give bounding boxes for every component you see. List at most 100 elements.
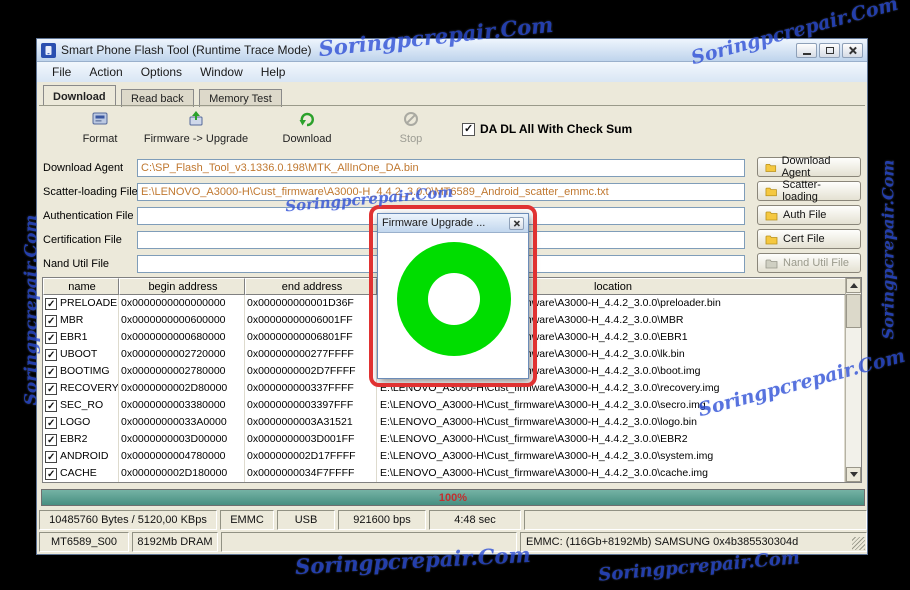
firmware-upgrade-icon <box>189 111 203 126</box>
row-name-label: SEC_RO <box>60 399 104 411</box>
row-checkbox[interactable] <box>45 347 57 363</box>
toolbar: Format Firmware -> Upgrade Download Stop… <box>37 109 867 155</box>
row-begin-address: 0x00000000033A0000 <box>119 414 245 431</box>
format-button[interactable]: Format <box>65 111 135 147</box>
row-name-label: RECOVERY <box>60 382 119 394</box>
firmware-upgrade-dialog: Firmware Upgrade ... <box>377 213 529 379</box>
download-label: Download <box>282 133 332 145</box>
table-row[interactable]: CACHE 0x000000002D180000 0x0000000034F7F… <box>43 465 845 482</box>
row-checkbox[interactable] <box>45 432 57 448</box>
row-end-address: 0x00000000006801FF <box>245 329 377 346</box>
minimize-button[interactable] <box>796 42 817 58</box>
menu-window[interactable]: Window <box>191 63 252 81</box>
status-chipset: MT6589_S00 <box>39 532 129 552</box>
row-end-address: 0x0000000034F7FFFF <box>245 465 377 482</box>
download-button[interactable]: Download <box>267 111 347 147</box>
status-time: 4:48 sec <box>429 510 521 530</box>
table-row[interactable]: EBR2 0x0000000003D00000 0x0000000003D001… <box>43 431 845 448</box>
status-baudrate: 921600 bps <box>338 510 426 530</box>
folder-icon <box>765 187 777 196</box>
da-dl-checksum-checkbox[interactable]: DA DL All With Check Sum <box>462 122 632 136</box>
row-end-address: 0x000000000277FFFF <box>245 346 377 363</box>
row-checkbox[interactable] <box>45 330 57 346</box>
stop-icon <box>404 112 418 126</box>
progress-ring-icon <box>397 242 511 356</box>
row-checkbox[interactable] <box>45 415 57 431</box>
row-end-address: 0x0000000003A31521 <box>245 414 377 431</box>
row-end-address: 0x000000002D17FFFF <box>245 448 377 465</box>
resize-grip[interactable] <box>852 537 865 550</box>
arrow-down-icon <box>849 472 858 477</box>
menu-help[interactable]: Help <box>252 63 295 81</box>
table-row[interactable]: SEC_RO 0x0000000003380000 0x000000000339… <box>43 397 845 414</box>
tab-download[interactable]: Download <box>43 85 116 105</box>
row-checkbox[interactable] <box>45 398 57 414</box>
da-dl-checksum-label: DA DL All With Check Sum <box>480 122 633 136</box>
row-end-address: 0x00000000006001FF <box>245 312 377 329</box>
menu-action[interactable]: Action <box>80 63 131 81</box>
table-row[interactable]: LOGO 0x00000000033A0000 0x0000000003A315… <box>43 414 845 431</box>
row-begin-address: 0x0000000002720000 <box>119 346 245 363</box>
download-icon <box>299 112 314 127</box>
download-agent-input[interactable] <box>137 159 745 177</box>
status-emmc: EMMC <box>220 510 274 530</box>
auth-file-browse-button[interactable]: Auth File <box>757 205 861 225</box>
menu-options[interactable]: Options <box>132 63 191 81</box>
row-begin-address: 0x0000000004780000 <box>119 448 245 465</box>
titlebar: Smart Phone Flash Tool (Runtime Trace Mo… <box>37 39 867 62</box>
status-bar-top: 10485760 Bytes / 5120,00 KBps EMMC USB 9… <box>39 510 867 530</box>
row-begin-address: 0x0000000000000000 <box>119 295 245 312</box>
row-begin-address: 0x0000000003380000 <box>119 397 245 414</box>
maximize-icon <box>825 46 834 54</box>
arrow-up-icon <box>849 283 858 288</box>
scrollbar-thumb[interactable] <box>846 294 861 328</box>
stop-button: Stop <box>379 111 443 147</box>
side-buttons: Download Agent Scatter-loading Auth File… <box>757 155 863 277</box>
row-end-address: 0x0000000003397FFF <box>245 397 377 414</box>
nand-util-file-label: Nand Util File <box>43 258 110 270</box>
download-agent-label: Download Agent <box>43 162 124 174</box>
row-name-label: PRELOADER <box>60 297 119 309</box>
menubar: File Action Options Window Help <box>37 62 867 82</box>
row-checkbox[interactable] <box>45 296 57 312</box>
row-name-label: EBR1 <box>60 331 88 343</box>
table-row[interactable]: RECOVERY 0x0000000002D80000 0x0000000003… <box>43 380 845 397</box>
status-speed: 10485760 Bytes / 5120,00 KBps <box>39 510 217 530</box>
app-icon <box>41 42 56 58</box>
table-scrollbar[interactable] <box>845 278 861 482</box>
cert-file-browse-button[interactable]: Cert File <box>757 229 861 249</box>
row-checkbox[interactable] <box>45 449 57 465</box>
table-row[interactable]: ANDROID 0x0000000004780000 0x000000002D1… <box>43 448 845 465</box>
row-location: E:\LENOVO_A3000-H\Cust_firmware\A3000-H_… <box>377 397 845 414</box>
row-checkbox[interactable] <box>45 381 57 397</box>
header-begin-address: begin address <box>119 278 245 295</box>
row-checkbox[interactable] <box>45 466 57 482</box>
scatter-loading-input[interactable] <box>137 183 745 201</box>
dialog-close-button[interactable] <box>509 216 524 230</box>
status-emmc-info: EMMC: (116Gb+8192Mb) SAMSUNG 0x4b3855303… <box>520 532 867 552</box>
download-agent-browse-button[interactable]: Download Agent <box>757 155 861 179</box>
row-name-label: UBOOT <box>60 348 98 360</box>
status-usb: USB <box>277 510 335 530</box>
minimize-icon <box>802 52 811 55</box>
nand-util-browse-label: Nand Util File <box>783 257 850 269</box>
row-begin-address: 0x0000000002D80000 <box>119 380 245 397</box>
folder-icon <box>765 163 777 172</box>
firmware-upgrade-button[interactable]: Firmware -> Upgrade <box>137 111 255 147</box>
menu-file[interactable]: File <box>43 63 80 81</box>
row-location: E:\LENOVO_A3000-H\Cust_firmware\A3000-H_… <box>377 465 845 482</box>
status-cell-empty <box>524 510 867 530</box>
status-cell-empty <box>221 532 517 552</box>
auth-file-browse-label: Auth File <box>783 209 827 221</box>
scroll-down-button[interactable] <box>846 467 861 482</box>
status-emmc-info-text: EMMC: (116Gb+8192Mb) SAMSUNG 0x4b3855303… <box>526 536 799 548</box>
maximize-button[interactable] <box>819 42 840 58</box>
row-checkbox[interactable] <box>45 313 57 329</box>
scroll-up-button[interactable] <box>846 278 861 293</box>
row-name-label: LOGO <box>60 416 91 428</box>
close-button[interactable] <box>842 42 863 58</box>
row-end-address: 0x000000000001D36F <box>245 295 377 312</box>
scatter-loading-browse-button[interactable]: Scatter-loading <box>757 179 861 203</box>
row-name-label: MBR <box>60 314 84 326</box>
row-checkbox[interactable] <box>45 364 57 380</box>
